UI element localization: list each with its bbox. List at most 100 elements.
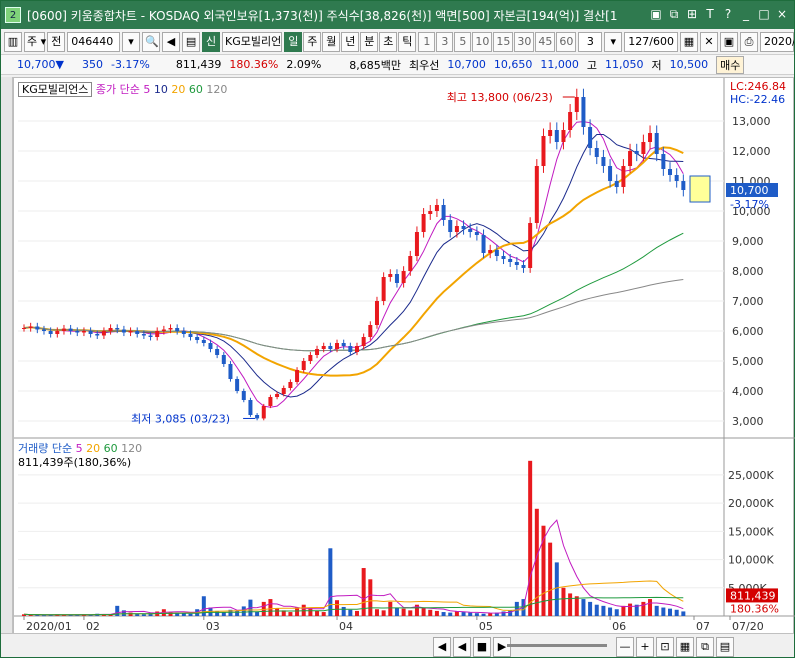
restore-icon[interactable]: □ (756, 6, 772, 22)
candle-body (315, 349, 320, 355)
volume-bar (388, 601, 393, 616)
layout-toggle-icon[interactable]: ▤ (716, 637, 734, 657)
price-tick-label: 7,000 (732, 295, 764, 308)
period-tab-0[interactable]: 일 (284, 31, 303, 52)
candle-body (608, 166, 613, 181)
high-annotation: 최고 13,800 (06/23) (447, 91, 553, 104)
volume-tick-label: 20,000K (728, 497, 774, 510)
crosshair-icon[interactable]: ✕ (700, 31, 718, 52)
search-icon[interactable]: 🔍 (142, 31, 161, 52)
x-tick-label: 07/20 (732, 620, 764, 633)
play-icon[interactable]: ▶ (493, 637, 511, 657)
candle-body (388, 274, 393, 277)
list-icon[interactable]: ▤ (182, 31, 201, 52)
fit-icon[interactable]: ⊡ (656, 637, 674, 657)
period-tab-5[interactable]: 초 (379, 31, 398, 52)
volume-bar (315, 610, 320, 616)
grid-view-icon[interactable]: ▦ (676, 637, 694, 657)
speaker-icon[interactable]: ◀ (162, 31, 181, 52)
save-icon[interactable]: ▣ (720, 31, 738, 52)
period-tab-2[interactable]: 월 (322, 31, 341, 52)
prev-button[interactable]: 전 (47, 31, 66, 52)
ma5-line (23, 121, 684, 408)
candle-body (441, 205, 446, 220)
period-tab-1[interactable]: 주 (303, 31, 322, 52)
candle-body (541, 136, 546, 166)
candle-body (628, 151, 633, 166)
minute-option-3[interactable]: 10 (472, 31, 493, 52)
minute-option-5[interactable]: 30 (514, 31, 535, 52)
vertical-tool-strip[interactable] (1, 77, 13, 634)
candle-body (22, 328, 26, 329)
layout-icon[interactable]: ▥ (4, 31, 22, 52)
volume-bar (394, 607, 399, 616)
minute-option-7[interactable]: 60 (556, 31, 577, 52)
chart-area[interactable]: 13,000 12,000 11,000 10,000 9,000 8,000 7,000 6… (13, 77, 795, 635)
zoom-out-icon[interactable]: — (616, 637, 634, 657)
prev-icon[interactable]: ◀ (453, 637, 471, 657)
minute-option-0[interactable]: 1 (418, 31, 436, 52)
volume-tick-label: 10,000K (728, 554, 774, 567)
new-badge[interactable]: 신 (202, 31, 221, 52)
settings-icon[interactable]: ? (720, 6, 736, 22)
zoom-in-icon[interactable]: + (636, 637, 654, 657)
volume-bar (321, 612, 326, 616)
volume-bar (341, 606, 346, 616)
minute-option-6[interactable]: 45 (535, 31, 556, 52)
rewind-icon[interactable]: ◀ (433, 637, 451, 657)
candle-body (201, 340, 206, 343)
compare-icon[interactable]: ⧉ (696, 637, 714, 657)
help-icon[interactable]: T (702, 6, 718, 22)
candle-body (361, 337, 366, 346)
count-input[interactable]: 3 (578, 31, 603, 52)
buy-button[interactable]: 매수 (716, 55, 745, 74)
period-tab-3[interactable]: 년 (341, 31, 360, 52)
candle-body (181, 331, 186, 334)
candle-body (161, 329, 166, 331)
minimize-icon[interactable]: _ (738, 6, 754, 22)
candle-body (188, 334, 193, 337)
volume-bar (468, 612, 473, 616)
candle-body (221, 355, 226, 364)
link-icon[interactable]: ⊞ (684, 6, 700, 22)
candle-body (648, 133, 653, 142)
bottom-scroll-bar: ◀ ◀ ■ ▶ — + ⊡ ▦ ⧉ ▤ (1, 633, 794, 657)
chart-svg[interactable]: 13,00012,00011,00010,0009,0008,0007,0006… (14, 78, 795, 635)
volume-bar (268, 599, 273, 616)
range-input[interactable]: 127/600 (624, 31, 678, 52)
price-tick-label: 6,000 (732, 325, 764, 338)
low-price: 10,500 (669, 58, 709, 71)
minute-option-4[interactable]: 15 (493, 31, 514, 52)
candle-body (68, 328, 73, 331)
candle-body (128, 331, 133, 333)
chart-type-icon[interactable]: ▦ (680, 31, 698, 52)
volume-bar (628, 603, 633, 616)
candle-body (235, 379, 240, 391)
period-tab-4[interactable]: 분 (360, 31, 379, 52)
grid-icon[interactable]: ▣ (648, 6, 664, 22)
period-tab-6[interactable]: 틱 (398, 31, 417, 52)
minute-option-1[interactable]: 3 (436, 31, 454, 52)
candle-body (668, 169, 673, 175)
date-input[interactable]: 2020/ (760, 31, 794, 52)
stop-icon[interactable]: ■ (473, 637, 491, 657)
legend-ma120: 120 (206, 83, 228, 96)
volume-bar (141, 614, 146, 616)
candle-body (474, 232, 479, 235)
stock-code-input[interactable]: 046440 (67, 31, 121, 52)
candle-body (448, 220, 453, 232)
candle-body (295, 370, 300, 382)
candle-body (514, 262, 519, 265)
ma10-line (23, 134, 684, 398)
count-dropdown-icon[interactable]: ▾ (604, 31, 623, 52)
price-tick-label: 13,000 (732, 115, 771, 128)
copy-icon[interactable]: ⧉ (666, 6, 682, 22)
period-select[interactable]: 주 ▾ (24, 31, 46, 52)
volume-bar (641, 601, 646, 616)
window-title: [0600] 키움종합차트 - KOSDAQ 외국인보유[1,373(천)] 주… (27, 8, 618, 23)
zoom-slider[interactable] (507, 644, 607, 647)
minute-option-2[interactable]: 5 (454, 31, 472, 52)
print-icon[interactable]: ⎙ (740, 31, 758, 52)
code-dropdown-icon[interactable]: ▾ (122, 31, 141, 52)
close-icon[interactable]: × (774, 6, 790, 22)
